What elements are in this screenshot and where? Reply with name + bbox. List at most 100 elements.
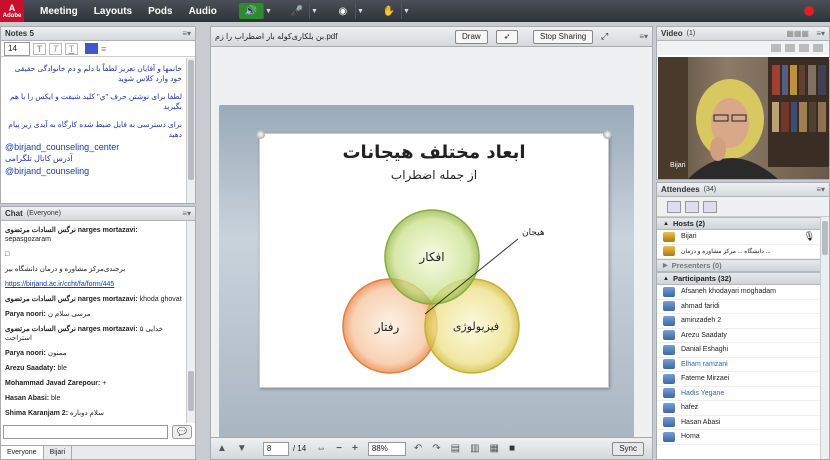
webcam-options-chevron-icon[interactable]: ▼ bbox=[354, 3, 365, 19]
participant-icon bbox=[663, 301, 675, 312]
next-page-icon[interactable]: ▼ bbox=[237, 443, 247, 454]
host-name: Bijari bbox=[681, 233, 697, 241]
participant-row[interactable]: aminzadeh 2 bbox=[657, 314, 829, 329]
draw-button[interactable]: Draw bbox=[455, 29, 488, 44]
color-icon[interactable]: ■ bbox=[509, 443, 515, 454]
chat-tab-bijari[interactable]: Bijari bbox=[44, 446, 73, 459]
stop-sharing-button[interactable]: Stop Sharing bbox=[533, 29, 594, 44]
fullscreen-icon[interactable]: ⤢ bbox=[601, 31, 608, 42]
notes-count: 5 bbox=[29, 29, 34, 38]
chat-text: https://birjand.ac.ir/ccht/fa/form/445 bbox=[5, 281, 115, 288]
align-icon[interactable]: ≡ bbox=[101, 44, 106, 54]
chat-tab-everyone[interactable]: Everyone bbox=[1, 446, 44, 459]
participant-row[interactable]: Arezu Saadaty bbox=[657, 329, 829, 343]
speaker-options-chevron-icon[interactable]: ▼ bbox=[262, 3, 273, 19]
video-control-icon[interactable] bbox=[785, 44, 795, 52]
status-options-chevron-icon[interactable]: ▼ bbox=[400, 3, 411, 19]
participants-section[interactable]: ▲ Participants (32) bbox=[657, 272, 829, 285]
speaker-icon[interactable]: 🔊 bbox=[238, 3, 263, 19]
attendees-pod: Attendees (34) ≡▾ ▲ Hosts (2) Bijari 🎙 ...… bbox=[656, 182, 830, 460]
zoom-in-icon[interactable]: + bbox=[352, 443, 358, 454]
video-toolbar bbox=[657, 41, 829, 55]
participant-icon bbox=[663, 315, 675, 326]
pod-options-icon[interactable]: ≡▾ bbox=[182, 29, 191, 38]
participant-row[interactable]: Fateme Mirzaei bbox=[657, 372, 829, 387]
underline-icon[interactable]: T bbox=[65, 42, 78, 55]
chat-message: نرگس السادات مرتضوی narges mortazavi: kh… bbox=[1, 292, 186, 307]
record-icon[interactable] bbox=[804, 6, 814, 16]
chat-text: + bbox=[100, 380, 107, 387]
page-number-input[interactable]: 8 bbox=[262, 441, 289, 456]
host-row[interactable]: ... دانشگاه ... مرکز مشاوره و درمان bbox=[657, 245, 829, 259]
video-count: (1) bbox=[686, 30, 696, 37]
chat-input[interactable] bbox=[3, 425, 168, 439]
text-color-icon[interactable] bbox=[85, 43, 98, 54]
document-icon[interactable]: ▤ bbox=[451, 443, 460, 454]
menu-pods[interactable]: Pods bbox=[148, 6, 172, 17]
italic-icon[interactable]: T bbox=[49, 42, 62, 55]
chat-message: نرگس السادات مرتضوی narges mortazavi: خد… bbox=[1, 322, 186, 346]
pod-options-icon[interactable]: ≡▾ bbox=[816, 29, 825, 38]
video-title: Video bbox=[661, 29, 683, 38]
font-size-select[interactable]: 14 bbox=[4, 41, 30, 56]
participant-row[interactable]: Danial Eshaghi bbox=[657, 343, 829, 358]
redo-icon[interactable]: ↷ bbox=[432, 443, 440, 454]
video-control-icon[interactable] bbox=[771, 44, 781, 52]
participant-name: ahmad faridi bbox=[681, 302, 720, 310]
webcam-icon[interactable]: ◉ bbox=[331, 3, 355, 19]
chat-message: □ bbox=[1, 247, 186, 262]
sync-button[interactable]: Sync bbox=[612, 442, 644, 456]
layout-icon[interactable]: ▦ bbox=[490, 443, 499, 454]
participant-icon bbox=[663, 286, 675, 297]
notes-scrollbar[interactable] bbox=[186, 58, 195, 203]
pointer-icon[interactable]: ➶ bbox=[496, 29, 518, 44]
fit-width-icon[interactable]: ⇔ bbox=[316, 443, 326, 454]
save-icon[interactable]: ▥ bbox=[470, 443, 479, 454]
participant-row[interactable]: Hadis Yegane bbox=[657, 387, 829, 401]
slide-area: ابعاد مختلف هیجانات از جمله اضطراب افکار… bbox=[211, 47, 652, 441]
participant-row[interactable]: Elham ramzani bbox=[657, 358, 829, 372]
zoom-select[interactable]: 88% bbox=[367, 441, 406, 456]
notes-content[interactable]: خانمها و آقایان تعزیز لطفاً با دلم و دم … bbox=[1, 58, 186, 203]
host-row[interactable]: Bijari 🎙 bbox=[657, 230, 829, 245]
raise-hand-icon[interactable]: ✋ bbox=[377, 3, 401, 19]
pod-options-icon[interactable]: ≡▾ bbox=[639, 32, 648, 41]
menu-layouts[interactable]: Layouts bbox=[94, 6, 132, 17]
prev-page-icon[interactable]: ▲ bbox=[217, 443, 227, 454]
participant-icon bbox=[663, 344, 675, 355]
chat-sender: نرگس السادات مرتضوی narges mortazavi: bbox=[5, 296, 138, 303]
chat-title: Chat bbox=[5, 209, 23, 218]
chat-scrollbar[interactable] bbox=[186, 221, 195, 423]
grid-view-icon[interactable] bbox=[685, 200, 699, 213]
participant-row[interactable]: Hasan Abasi bbox=[657, 416, 829, 430]
participant-row[interactable]: Afsaneh khodayari moghadam bbox=[657, 285, 829, 300]
presenters-section[interactable]: ▶ Presenters (0) bbox=[657, 259, 829, 272]
menu-meeting[interactable]: Meeting bbox=[40, 6, 78, 17]
participant-row[interactable]: hafez bbox=[657, 401, 829, 416]
pod-options-icon[interactable]: ≡▾ bbox=[816, 185, 825, 194]
menu-audio[interactable]: Audio bbox=[189, 6, 217, 17]
participant-row[interactable]: ahmad faridi bbox=[657, 300, 829, 314]
hosts-section[interactable]: ▲ Hosts (2) bbox=[657, 217, 829, 230]
venn-label-behavior: رفتار bbox=[374, 320, 400, 334]
video-layout-icon[interactable]: ▦▦▦ bbox=[786, 29, 809, 38]
chat-send-button[interactable]: 💬 bbox=[172, 425, 192, 439]
video-control-icon[interactable] bbox=[813, 44, 823, 52]
video-feed[interactable]: Bijari bbox=[658, 57, 829, 179]
notes-paragraph: لطفا برای نوشتن حرف "ي" کلید شیفت و ایکس… bbox=[9, 92, 182, 111]
microphone-options-chevron-icon[interactable]: ▼ bbox=[308, 3, 319, 19]
bold-icon[interactable]: T bbox=[33, 42, 46, 55]
page-total: / 14 bbox=[292, 444, 307, 453]
list-view-icon[interactable] bbox=[667, 200, 681, 213]
undo-icon[interactable]: ↶ bbox=[414, 443, 422, 454]
presenters-label: Presenters (0) bbox=[671, 261, 722, 270]
attendees-scrollbar[interactable] bbox=[820, 217, 829, 459]
zoom-out-icon[interactable]: − bbox=[336, 443, 342, 454]
sort-icon[interactable] bbox=[703, 200, 717, 213]
microphone-icon[interactable]: 🎤 bbox=[285, 3, 309, 19]
video-control-icon[interactable] bbox=[799, 44, 809, 52]
chat-message: Parya noori: مرسی سلام ن bbox=[1, 307, 186, 322]
participant-row[interactable]: Homa bbox=[657, 430, 829, 445]
video-header: Video (1) ▦▦▦ ≡▾ bbox=[657, 27, 829, 41]
pod-options-icon[interactable]: ≡▾ bbox=[182, 209, 191, 218]
